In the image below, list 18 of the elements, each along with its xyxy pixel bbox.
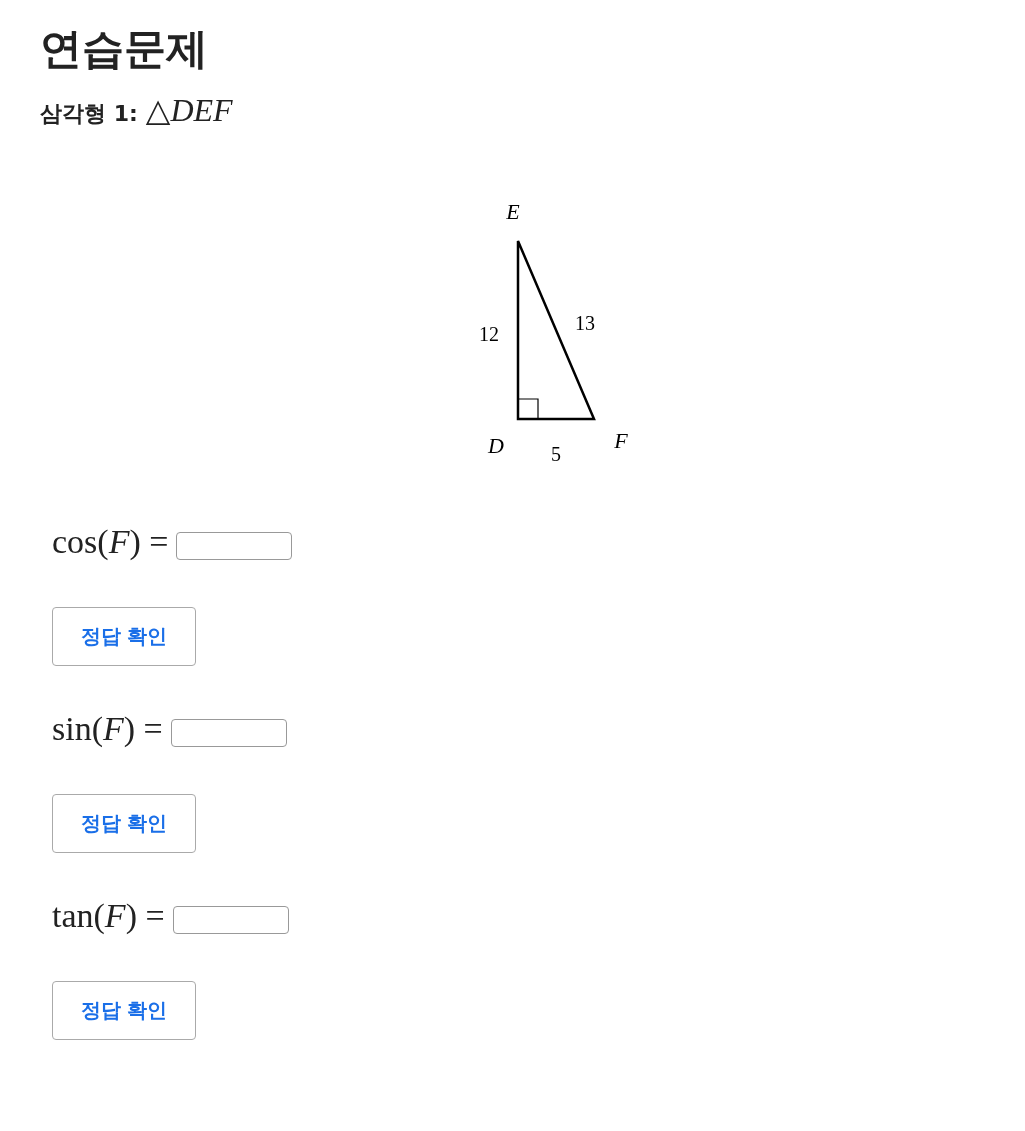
vertex-label: E [506,198,520,224]
equation-text: cos(F) = [52,522,169,561]
vertex-label: D [488,432,504,458]
check-answer-button[interactable]: 정답 확인 [52,980,196,1040]
side-length-label: 12 [479,322,499,345]
page-title: 연습문제 [40,23,209,75]
vertex-label: F [614,427,628,453]
answer-field[interactable] [172,905,289,934]
answer-field[interactable] [176,531,293,560]
check-answer-button[interactable]: 정답 확인 [52,793,196,853]
triangle-name: △DEF [145,90,233,129]
triangle-heading-label: 삼각형 1: [40,99,138,128]
answer-field[interactable] [170,718,287,747]
check-answer-button[interactable]: 정답 확인 [52,606,196,666]
side-length-label: 5 [551,442,561,465]
side-length-label: 13 [575,311,595,334]
equation-text: sin(F) = [52,709,163,748]
equation-text: tan(F) = [52,896,165,935]
